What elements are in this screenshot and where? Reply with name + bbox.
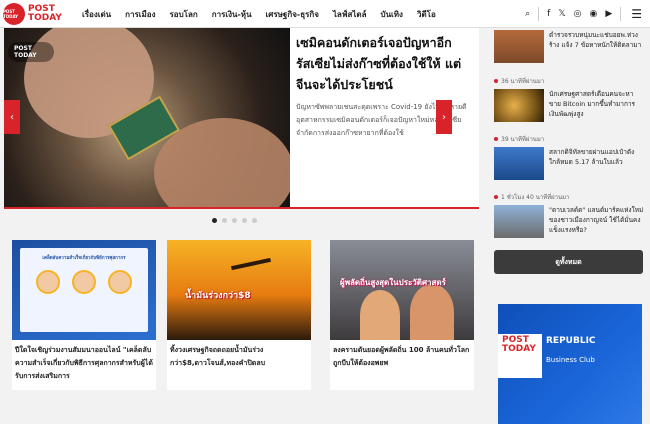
news-card-image[interactable]: เคล็ดลับความสำเร็จเกี่ยวกับพิธีการศุลกาก… (12, 240, 156, 340)
sidebar-news-thumb[interactable] (494, 30, 544, 63)
news-card-3[interactable]: ผู้พลัดถิ่นสูงสุดในประวัติศาสตร์ ลงครามด… (330, 240, 474, 390)
webinar-poster: เคล็ดลับความสำเร็จเกี่ยวกับพิธีการศุลกาก… (20, 248, 148, 332)
sidebar-news-item-2[interactable]: 36 นาทีที่ผ่านมา นักเศรษฐศาสตร์เตือนคนจะ… (494, 76, 644, 122)
red-dot-icon (494, 195, 498, 199)
sidebar-news-row: นักเศรษฐศาสตร์เตือนคนจะหาขาย Bitcoin มาก… (494, 89, 644, 122)
slider-dot-2[interactable] (222, 218, 227, 223)
red-dot-icon (494, 137, 498, 141)
nav-item-lifestyle[interactable]: ไลฟ์สไตล์ (333, 8, 367, 21)
youtube-icon[interactable]: ▶ (605, 9, 612, 19)
hero-title[interactable]: เซมิคอนดักเตอร์เจอปัญหาอีก รัสเซียไม่ส่ง… (296, 32, 472, 95)
nav-item-world[interactable]: รอบโลก (170, 8, 198, 21)
news-card-title[interactable]: ปีใดใจเชิญร่วมงานสัมมนาออนไลน์ "เคล็ดลับ… (15, 344, 153, 383)
sidebar-news-title[interactable]: "ดาบเวลด์ด" แลนด์มาร์คแห่งใหม่ของชาวเมือ… (549, 205, 644, 238)
sidebar-news-title[interactable]: สลากดิจิทัลขายผ่านแอปเป๋าตังใกล้หมด 5.17… (549, 147, 644, 180)
nav-item-video[interactable]: วิดีโอ (417, 8, 436, 21)
sidebar-news-row: สลากดิจิทัลขายผ่านแอปเป๋าตังใกล้หมด 5.17… (494, 147, 644, 180)
sidebar-news-thumb[interactable] (494, 89, 544, 122)
sidebar-news-title[interactable]: นักเศรษฐศาสตร์เตือนคนจะหาขาย Bitcoin มาก… (549, 89, 644, 122)
sidebar-news-item-3[interactable]: 39 นาทีที่ผ่านมา สลากดิจิทัลขายผ่านแอปเป… (494, 134, 644, 180)
hero-slider: POST TODAY เซมิคอนดักเตอร์เจอปัญหาอีก รั… (4, 28, 479, 209)
news-card-image[interactable]: ผู้พลัดถิ่นสูงสุดในประวัติศาสตร์ (330, 240, 474, 340)
poster-title: เคล็ดลับความสำเร็จเกี่ยวกับพิธีการศุลกาก… (42, 256, 126, 261)
person-shape (410, 284, 454, 340)
image-headline: น้ำมันร่วงกว่า$8 (185, 291, 251, 301)
logo-badge: POST TODAY (3, 3, 25, 25)
image-headline: ผู้พลัดถิ่นสูงสุดในประวัติศาสตร์ (340, 278, 446, 287)
ad-business-club-text: Business Club (546, 356, 595, 364)
main-menu: เรื่องเด่น การเมือง รอบโลก การเงิน-หุ้น … (82, 0, 450, 28)
ad-logo-text: POST TODAY (502, 336, 536, 354)
sidebar-news-time: 36 นาทีที่ผ่านมา (494, 76, 644, 86)
speaker-photos (30, 270, 138, 294)
slider-dot-1[interactable] (212, 218, 217, 223)
news-cards: เคล็ดลับความสำเร็จเกี่ยวกับพิธีการศุลกาก… (12, 240, 482, 390)
slider-dot-4[interactable] (242, 218, 247, 223)
sidebar-news-thumb[interactable] (494, 147, 544, 180)
slider-pagination (212, 218, 262, 223)
sidebar-news-thumb[interactable] (494, 205, 544, 238)
top-navigation-bar: POST TODAY POST TODAY เรื่องเด่น การเมือ… (0, 0, 650, 28)
nav-item-entertainment[interactable]: บันเทิง (381, 8, 403, 21)
ad-logo-today: TODAY (502, 344, 536, 354)
news-card-2[interactable]: น้ำมันร่วงกว่า$8 ทิ้งวงเศรษฐกิจถดถอยน้ำม… (167, 240, 311, 390)
nav-item-economy[interactable]: เศรษฐกิจ-ธุรกิจ (266, 8, 319, 21)
tools-divider (538, 7, 540, 21)
business-club-ad-banner[interactable]: POST TODAY REPUBLIC Business Club (498, 304, 642, 424)
news-card-title[interactable]: ลงครามดันยอดผู้พลัดถิ่น 100 ล้านคนทั่วโล… (333, 344, 471, 370)
sidebar-news-title[interactable]: ตำรวจรวบหนุ่มนะแช่บอยพ.ห่วงร้าง แจ้ง 7 ข… (549, 30, 644, 63)
nav-item-highlights[interactable]: เรื่องเด่น (82, 8, 111, 21)
speaker-avatar (108, 270, 132, 294)
header-tools: ⌕ f 𝕏 ◎ ◉ ▶ ☰ (517, 0, 642, 28)
line-icon[interactable]: ◉ (589, 9, 597, 19)
sidebar-news-time-text: 39 นาทีที่ผ่านมา (501, 136, 545, 143)
sidebar-news-time-text: 36 นาทีที่ผ่านมา (501, 78, 545, 85)
hero-underline (4, 207, 479, 209)
oil-pump-shape (231, 257, 271, 271)
slider-dot-5[interactable] (252, 218, 257, 223)
twitter-icon[interactable]: 𝕏 (558, 9, 565, 19)
sidebar-news-row: "ดาบเวลด์ด" แลนด์มาร์คแห่งใหม่ของชาวเมือ… (494, 205, 644, 238)
view-all-button[interactable]: ดูทั้งหมด (494, 250, 643, 274)
slider-dot-3[interactable] (232, 218, 237, 223)
facebook-icon[interactable]: f (547, 9, 550, 19)
sidebar-news-time: 39 นาทีที่ผ่านมา (494, 134, 644, 144)
search-icon[interactable]: ⌕ (525, 9, 530, 19)
person-shape (360, 290, 400, 340)
speaker-avatar (36, 270, 60, 294)
instagram-icon[interactable]: ◎ (574, 9, 582, 19)
slider-next-button[interactable]: › (436, 100, 452, 134)
news-card-title[interactable]: ทิ้งวงเศรษฐกิจถดถอยน้ำมันร่วงกว่า$8,ดาวโ… (170, 344, 308, 370)
sidebar-news-time-text: 1 ชั่วโมง 40 นาทีที่ผ่านมา (501, 194, 570, 201)
sidebar-news-row: ตำรวจรวบหนุ่มนะแช่บอยพ.ห่วงร้าง แจ้ง 7 ข… (494, 30, 644, 63)
hamburger-menu-icon[interactable]: ☰ (631, 7, 642, 21)
nav-item-politics[interactable]: การเมือง (125, 8, 155, 21)
tools-divider-2 (620, 7, 622, 21)
logo-wordmark: POST TODAY (28, 5, 62, 23)
sidebar-news-item-4[interactable]: 1 ชั่วโมง 40 นาทีที่ผ่านมา "ดาบเวลด์ด" แ… (494, 192, 644, 238)
hero-logo-badge: POST TODAY (8, 42, 54, 62)
news-card-1[interactable]: เคล็ดลับความสำเร็จเกี่ยวกับพิธีการศุลกาก… (12, 240, 156, 390)
latest-news-sidebar: ตำรวจรวบหนุ่มนะแช่บอยพ.ห่วงร้าง แจ้ง 7 ข… (494, 28, 644, 424)
red-dot-icon (494, 79, 498, 83)
sidebar-news-item-1[interactable]: ตำรวจรวบหนุ่มนะแช่บอยพ.ห่วงร้าง แจ้ง 7 ข… (494, 28, 644, 63)
hero-image[interactable]: POST TODAY (4, 28, 290, 208)
nav-item-finance[interactable]: การเงิน-หุ้น (212, 8, 252, 21)
site-logo[interactable]: POST TODAY POST TODAY (3, 3, 62, 25)
speaker-avatar (72, 270, 96, 294)
sidebar-news-time: 1 ชั่วโมง 40 นาทีที่ผ่านมา (494, 192, 644, 202)
news-card-image[interactable]: น้ำมันร่วงกว่า$8 (167, 240, 311, 340)
slider-prev-button[interactable]: ‹ (4, 100, 20, 134)
ad-republic-text: REPUBLIC (546, 336, 596, 346)
logo-line-today: TODAY (28, 13, 62, 23)
